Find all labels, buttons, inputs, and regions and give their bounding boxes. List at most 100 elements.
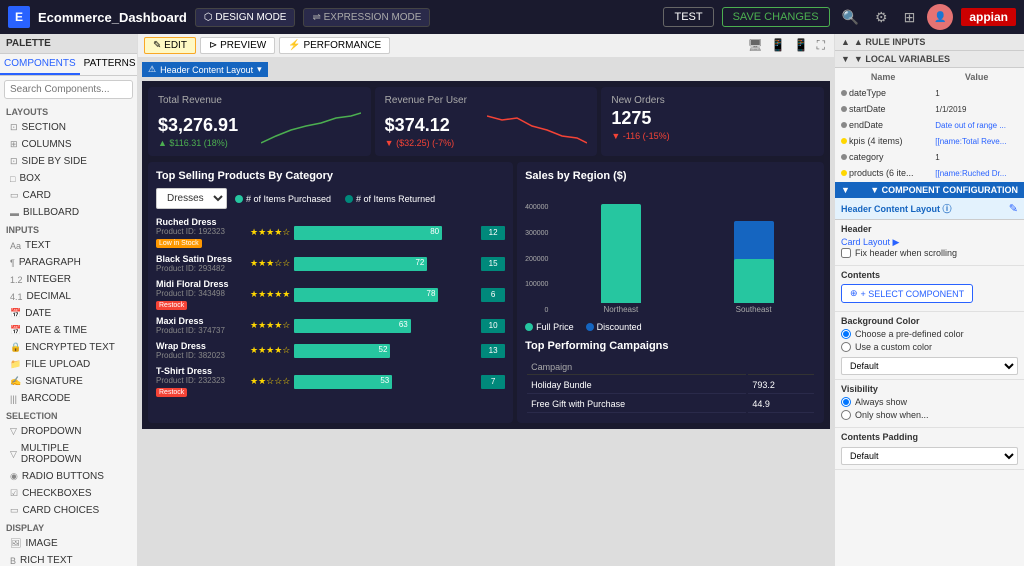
- bars-4: 52 13: [294, 344, 505, 358]
- edit-btn[interactable]: ✎ EDIT: [144, 37, 196, 54]
- palette-item-integer[interactable]: 1.2 INTEGER: [0, 271, 137, 288]
- product-name-0: Ruched Dress: [156, 217, 246, 227]
- fix-header-checkbox[interactable]: [841, 248, 851, 258]
- sales-by-region: Sales by Region ($) 400000 300000 200000…: [525, 170, 816, 332]
- campaign-value-1: 44.9: [748, 396, 814, 413]
- test-button[interactable]: TEST: [663, 7, 713, 27]
- kpi-new-orders-title: New Orders: [611, 95, 814, 106]
- component-config-toggle[interactable]: ▼: [841, 185, 850, 195]
- top-selling-title: Top Selling Products By Category: [156, 170, 505, 182]
- legend-discounted: Discounted: [586, 322, 642, 332]
- save-changes-button[interactable]: SAVE CHANGES: [722, 7, 830, 27]
- visibility-section: Visibility Always show Only show when...: [835, 380, 1024, 428]
- product-row-0: Ruched Dress Product ID: 192323 Low in S…: [156, 217, 505, 248]
- expression-mode-btn[interactable]: ⇌ EXPRESSION MODE: [303, 8, 430, 27]
- visibility-title: Visibility: [841, 384, 1018, 394]
- design-mode-btn[interactable]: ⬡ DESIGN MODE: [195, 8, 296, 27]
- tab-patterns[interactable]: PATTERNS: [80, 54, 138, 75]
- user-avatar[interactable]: 👤: [927, 4, 953, 30]
- product-info-3: Maxi Dress Product ID: 374737: [156, 316, 246, 335]
- bars-1: 72 15: [294, 257, 505, 271]
- rule-inputs-toggle[interactable]: ▲: [841, 37, 850, 47]
- desktop-icon[interactable]: 🖥: [744, 37, 765, 54]
- component-config-header: ▼ ▼ COMPONENT CONFIGURATION: [835, 182, 1024, 198]
- palette-item-box[interactable]: □ BOX: [0, 170, 137, 187]
- palette-item-multidropdown[interactable]: ▽ MULTIPLE DROPDOWN: [0, 440, 137, 468]
- palette-item-encrypted[interactable]: 🔒 ENCRYPTED TEXT: [0, 339, 137, 356]
- var-value-0: 1: [935, 89, 939, 98]
- palette-item-signature[interactable]: ✍ SIGNATURE: [0, 373, 137, 390]
- bar2-label-5: 7: [491, 377, 495, 386]
- var-name-3: kpis (4 items): [841, 136, 925, 146]
- palette-item-decimal[interactable]: 4.1 DECIMAL: [0, 288, 137, 305]
- search-box: [0, 76, 137, 103]
- layout-dropdown-icon[interactable]: ▾: [257, 64, 262, 75]
- radio-conditional-label: Only show when...: [855, 410, 929, 420]
- app-title: Ecommerce_Dashboard: [38, 10, 187, 25]
- bars-2: 78 6: [294, 288, 505, 302]
- search-input[interactable]: [4, 80, 133, 99]
- radio-predefined[interactable]: [841, 329, 851, 339]
- palette-item-datetime[interactable]: 📅 DATE & TIME: [0, 322, 137, 339]
- radio-conditional[interactable]: [841, 410, 851, 420]
- edit-component-icon[interactable]: ✎: [1009, 202, 1018, 215]
- radio-always-show[interactable]: [841, 397, 851, 407]
- gear-icon-btn[interactable]: ⚙: [871, 7, 892, 28]
- palette-item-fileupload[interactable]: 📁 FILE UPLOAD: [0, 356, 137, 373]
- contents-padding-title: Contents Padding: [841, 432, 1018, 442]
- tab-components[interactable]: COMPONENTS: [0, 54, 80, 75]
- palette-item-text[interactable]: Aa TEXT: [0, 237, 137, 254]
- southeast-label: Southeast: [736, 305, 772, 314]
- palette-item-sidebyside[interactable]: ⊡ SIDE BY SIDE: [0, 153, 137, 170]
- campaign-name-1: Free Gift with Purchase: [527, 396, 746, 413]
- product-info-5: T-Shirt Dress Product ID: 232323 Restock: [156, 366, 246, 397]
- var-dot-1: [841, 106, 847, 112]
- bar1-label-0: 80: [430, 227, 439, 236]
- preview-btn[interactable]: ⊳ PREVIEW: [200, 37, 275, 54]
- var-row-2: endDate Date out of range ...: [837, 118, 1022, 132]
- local-variables-label: ▼ LOCAL VARIABLES: [854, 54, 950, 64]
- var-row-4: category 1: [837, 150, 1022, 164]
- var-name-4: category: [841, 152, 925, 162]
- sales-chart-container: 400000 300000 200000 100000 0: [525, 188, 816, 318]
- palette-item-image[interactable]: 🖼 IMAGE: [0, 535, 137, 552]
- palette-item-richtext[interactable]: B RICH TEXT: [0, 552, 137, 566]
- palette-item-radiobuttons[interactable]: ◉ RADIO BUTTONS: [0, 468, 137, 485]
- bar2-label-4: 13: [489, 346, 498, 355]
- kpi-total-revenue-value: $3,276.91: [158, 115, 238, 136]
- performance-btn[interactable]: ⚡ PERFORMANCE: [279, 37, 390, 54]
- palette-item-date[interactable]: 📅 DATE: [0, 305, 137, 322]
- product-info-1: Black Satin Dress Product ID: 293482: [156, 254, 246, 273]
- canvas-content: ⚠ Header Content Layout ▾ Total Revenue …: [138, 58, 834, 566]
- palette-item-cardchoices[interactable]: ▭ CARD CHOICES: [0, 502, 137, 519]
- search-icon-btn[interactable]: 🔍: [838, 7, 863, 28]
- radio-custom-label: Use a custom color: [855, 342, 932, 352]
- palette-item-billboard[interactable]: ▬ BILLBOARD: [0, 204, 137, 221]
- local-variables-toggle[interactable]: ▼: [841, 54, 850, 64]
- palette-item-dropdown[interactable]: ▽ DROPDOWN: [0, 423, 137, 440]
- header-config-value[interactable]: Card Layout ▶: [841, 237, 1018, 248]
- bars-3: 63 10: [294, 319, 505, 333]
- palette-item-section[interactable]: ⊡ SECTION: [0, 119, 137, 136]
- expand-icon[interactable]: ⛶: [814, 37, 828, 54]
- var-name-5: products (6 ite...: [841, 168, 925, 178]
- product-id-1: Product ID: 293482: [156, 264, 246, 273]
- product-id-5: Product ID: 232323: [156, 376, 246, 385]
- product-row-1: Black Satin Dress Product ID: 293482 ★★★…: [156, 254, 505, 273]
- padding-dropdown[interactable]: Default: [841, 447, 1018, 465]
- radio-conditional-row: Only show when...: [841, 410, 1018, 420]
- campaigns-panel: Top Performing Campaigns Campaign: [525, 340, 816, 415]
- palette-item-paragraph[interactable]: ¶ PARAGRAPH: [0, 254, 137, 271]
- select-component-button[interactable]: ⊕ + SELECT COMPONENT: [841, 284, 973, 303]
- mobile-icon[interactable]: 📱: [791, 37, 812, 54]
- product-id-3: Product ID: 374737: [156, 326, 246, 335]
- palette-item-checkboxes[interactable]: ☑ CHECKBOXES: [0, 485, 137, 502]
- palette-item-card[interactable]: ▭ CARD: [0, 187, 137, 204]
- category-filter-dropdown[interactable]: Dresses: [156, 188, 227, 209]
- color-dropdown[interactable]: Default: [841, 357, 1018, 375]
- tablet-icon[interactable]: 📱: [768, 37, 789, 54]
- grid-icon-btn[interactable]: ⊞: [900, 7, 920, 28]
- palette-item-barcode[interactable]: ||| BARCODE: [0, 390, 137, 407]
- radio-custom[interactable]: [841, 342, 851, 352]
- palette-item-columns[interactable]: ⊞ COLUMNS: [0, 136, 137, 153]
